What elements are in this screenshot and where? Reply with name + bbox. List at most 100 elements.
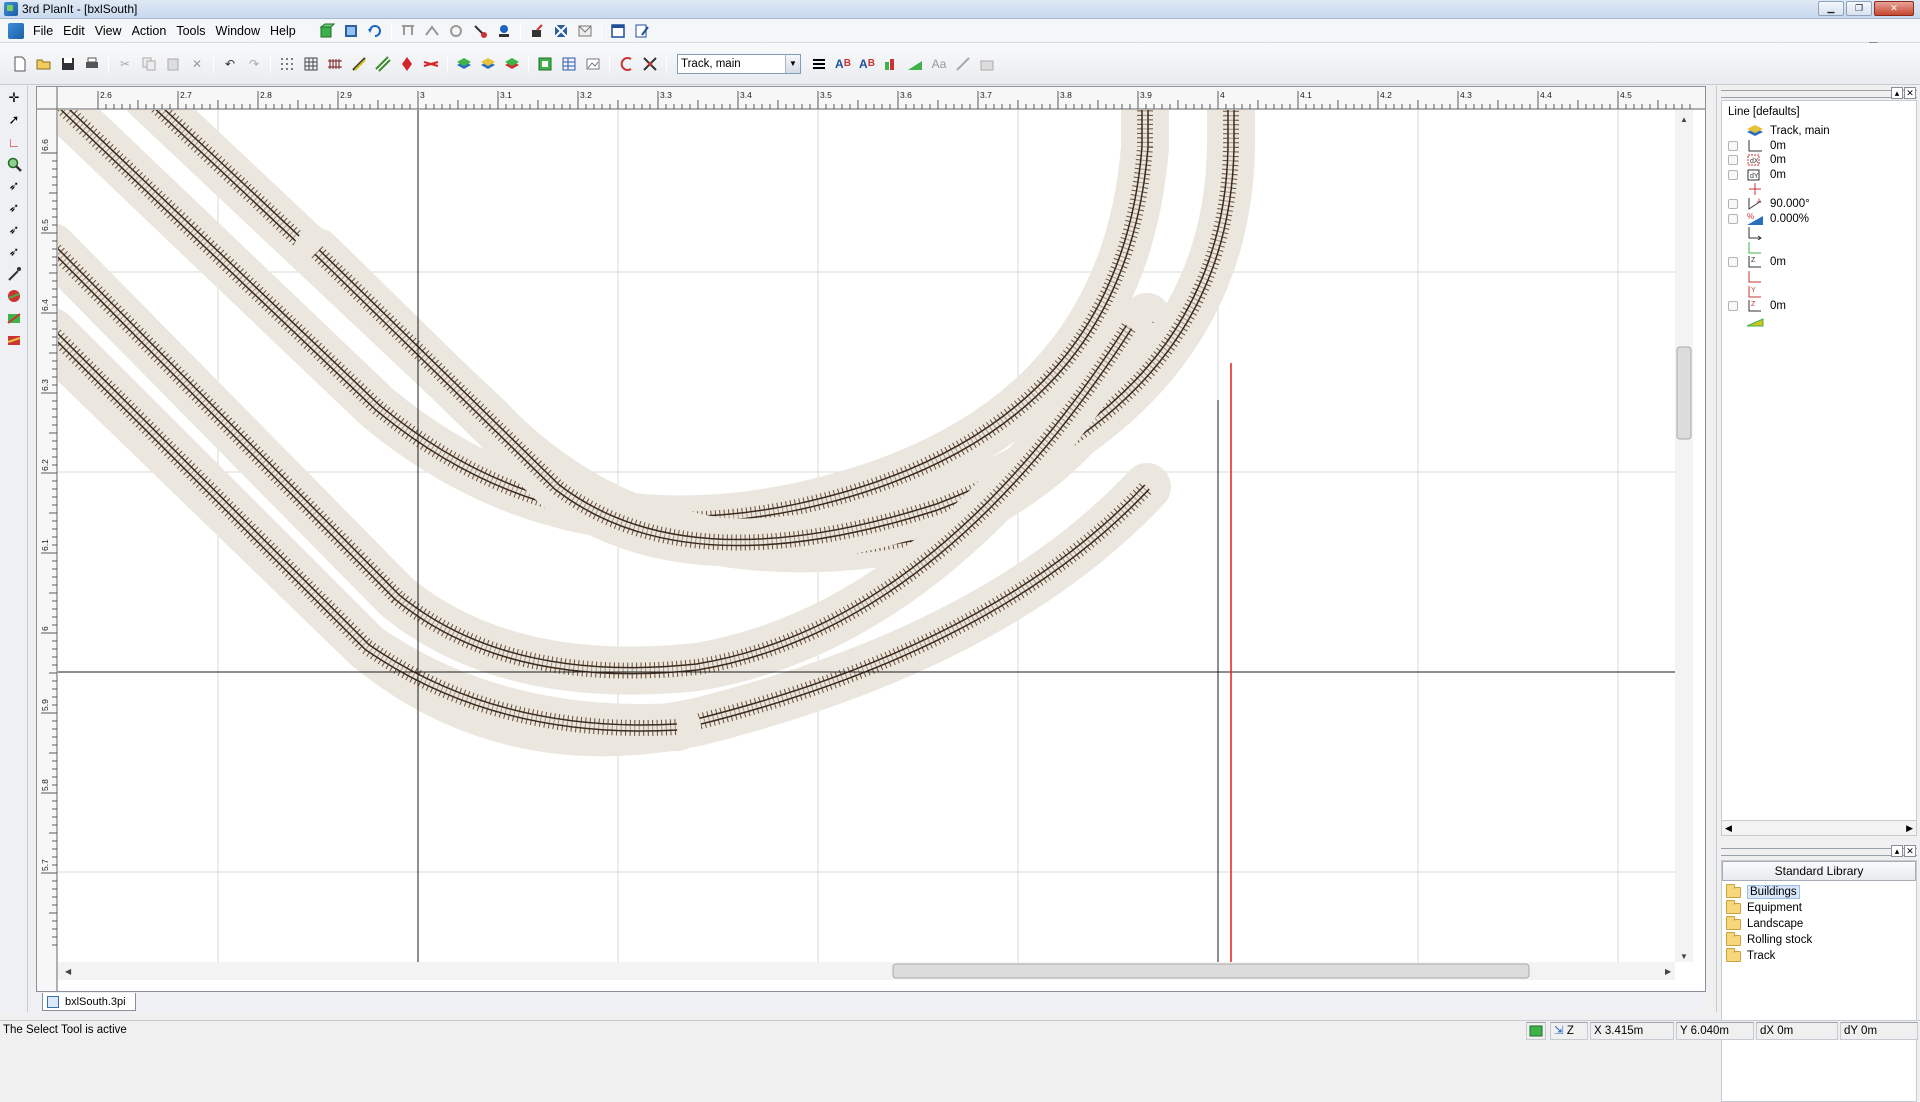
grid-icon[interactable] xyxy=(301,54,321,74)
lock-icon[interactable] xyxy=(1728,169,1738,180)
snap-icon[interactable] xyxy=(470,21,490,41)
paste-icon[interactable] xyxy=(163,54,183,74)
line-weight-icon[interactable] xyxy=(809,54,829,74)
pointer-plus-icon[interactable]: ➶ xyxy=(3,198,25,218)
library-folder-track[interactable]: Track xyxy=(1722,947,1916,964)
property-value[interactable]: 0m xyxy=(1770,256,1786,268)
vertical-scrollbar[interactable] xyxy=(1675,110,1693,962)
pin-icon[interactable]: ▴ xyxy=(1891,845,1903,857)
refresh-icon[interactable] xyxy=(365,21,385,41)
dot-grid-icon[interactable] xyxy=(277,54,297,74)
property-row[interactable] xyxy=(1728,240,1770,256)
property-row[interactable]: Y xyxy=(1728,284,1770,300)
property-row[interactable]: Track, main xyxy=(1728,123,1830,139)
layer-select[interactable]: Track, main ▼ xyxy=(677,53,801,74)
property-row[interactable] xyxy=(1728,181,1770,197)
delete-icon[interactable]: ✕ xyxy=(187,54,207,74)
property-row[interactable]: dX 0m xyxy=(1728,152,1786,168)
dimension-icon[interactable] xyxy=(953,54,973,74)
copy-icon[interactable] xyxy=(139,54,159,74)
scroll-left-icon[interactable]: ◀ xyxy=(1725,823,1732,834)
edit-properties-icon[interactable] xyxy=(632,21,652,41)
undo-icon[interactable]: ↶ xyxy=(220,54,240,74)
zoom-icon[interactable] xyxy=(3,154,25,174)
save-icon[interactable] xyxy=(58,54,78,74)
render-icon[interactable] xyxy=(341,21,361,41)
maximize-button[interactable]: ❐ xyxy=(1846,1,1872,16)
tool-a-icon[interactable] xyxy=(398,21,418,41)
track-plan-canvas[interactable]: 2.6 2.7 2.8 2.9 3 3.1 3.2 3.3 3.4 3.5 3.6 3.7 3.8 3.9… xyxy=(37,87,1705,991)
grade-ramp-icon[interactable] xyxy=(905,54,925,74)
pointer-drag-icon[interactable]: ➶ xyxy=(3,242,25,262)
library-folder-landscape[interactable]: Landscape xyxy=(1722,915,1916,932)
horizontal-scroll-thumb[interactable] xyxy=(892,963,1530,979)
property-row[interactable] xyxy=(1728,225,1770,241)
property-value[interactable]: 0m xyxy=(1770,140,1786,152)
scroll-up-icon[interactable]: ▲ xyxy=(1680,115,1688,124)
property-row[interactable]: 0m xyxy=(1728,138,1786,154)
close-button[interactable]: ✕ xyxy=(1874,1,1914,16)
lock-icon[interactable] xyxy=(1728,257,1738,268)
document-icon[interactable] xyxy=(8,22,24,39)
double-track-icon[interactable] xyxy=(373,54,393,74)
anchor-icon[interactable] xyxy=(494,21,514,41)
lock-icon[interactable] xyxy=(1728,155,1738,166)
lock-icon[interactable] xyxy=(1728,213,1738,224)
3d-view-icon[interactable] xyxy=(317,21,337,41)
property-row[interactable]: Z 0m xyxy=(1728,254,1786,270)
picture-icon[interactable] xyxy=(583,54,603,74)
library-folder-buildings[interactable]: Buildings xyxy=(1722,883,1916,900)
paint-track-icon[interactable] xyxy=(3,286,25,306)
menu-help[interactable]: Help xyxy=(265,19,301,43)
scroll-right-icon[interactable]: ▶ xyxy=(1906,823,1913,834)
curve-icon[interactable] xyxy=(616,54,636,74)
menu-action[interactable]: Action xyxy=(127,19,172,43)
ties-icon[interactable] xyxy=(325,54,345,74)
panel-close-icon[interactable]: ✕ xyxy=(1904,87,1916,99)
crosshair-icon[interactable]: ✛ xyxy=(3,88,25,108)
menu-file[interactable]: File xyxy=(28,19,58,43)
envelope-icon[interactable] xyxy=(575,21,595,41)
label-a-icon[interactable]: AB xyxy=(833,54,853,74)
property-row[interactable] xyxy=(1728,313,1770,329)
property-value[interactable]: 0.000% xyxy=(1770,213,1809,225)
scroll-right-icon[interactable]: ▶ xyxy=(1665,967,1672,976)
point-icon[interactable] xyxy=(397,54,417,74)
lock-icon[interactable] xyxy=(1728,140,1738,151)
property-row[interactable]: dY 0m xyxy=(1728,167,1786,183)
track-diagonal-icon[interactable] xyxy=(349,54,369,74)
paint-bed-icon[interactable] xyxy=(3,330,25,350)
chevron-down-icon[interactable]: ▼ xyxy=(785,54,800,73)
library-title[interactable]: Standard Library xyxy=(1722,861,1916,881)
new-file-icon[interactable] xyxy=(10,54,30,74)
measure-icon[interactable]: ∟ xyxy=(3,132,25,152)
document-tab[interactable]: bxlSouth.3pi xyxy=(42,993,136,1011)
library-folder-rolling-stock[interactable]: Rolling stock xyxy=(1722,931,1916,948)
properties-grip[interactable] xyxy=(1721,90,1917,98)
property-row[interactable]: Z 0m xyxy=(1728,298,1786,314)
open-folder-icon[interactable] xyxy=(34,54,54,74)
minimize-button[interactable]: ▁ xyxy=(1818,1,1844,16)
layer-edit-icon[interactable] xyxy=(478,54,498,74)
print-icon[interactable] xyxy=(82,54,102,74)
z-lock-toggle[interactable]: ⇲ Z xyxy=(1550,1022,1588,1040)
lock-icon[interactable] xyxy=(1728,199,1738,209)
pointer-node-icon[interactable]: ➶ xyxy=(3,220,25,240)
scroll-down-icon[interactable]: ▼ xyxy=(1680,952,1688,961)
table-icon[interactable] xyxy=(559,54,579,74)
pencil-icon[interactable] xyxy=(527,21,547,41)
vertical-scroll-thumb[interactable] xyxy=(1676,346,1692,440)
layer-stack-icon[interactable] xyxy=(454,54,474,74)
disconnect-icon[interactable] xyxy=(640,54,660,74)
eyedropper-icon[interactable] xyxy=(3,264,25,284)
tool-c-icon[interactable] xyxy=(446,21,466,41)
tool-b-icon[interactable] xyxy=(422,21,442,41)
options-icon[interactable] xyxy=(977,54,997,74)
scroll-left-icon[interactable]: ◀ xyxy=(65,967,72,976)
module-icon[interactable] xyxy=(535,54,555,74)
label-b-icon[interactable]: AB xyxy=(857,54,877,74)
menu-edit[interactable]: Edit xyxy=(58,19,90,43)
pin-icon[interactable]: ▴ xyxy=(1891,87,1903,99)
property-value[interactable]: 90.000° xyxy=(1770,198,1810,210)
panel-close-icon[interactable]: ✕ xyxy=(1904,845,1916,857)
